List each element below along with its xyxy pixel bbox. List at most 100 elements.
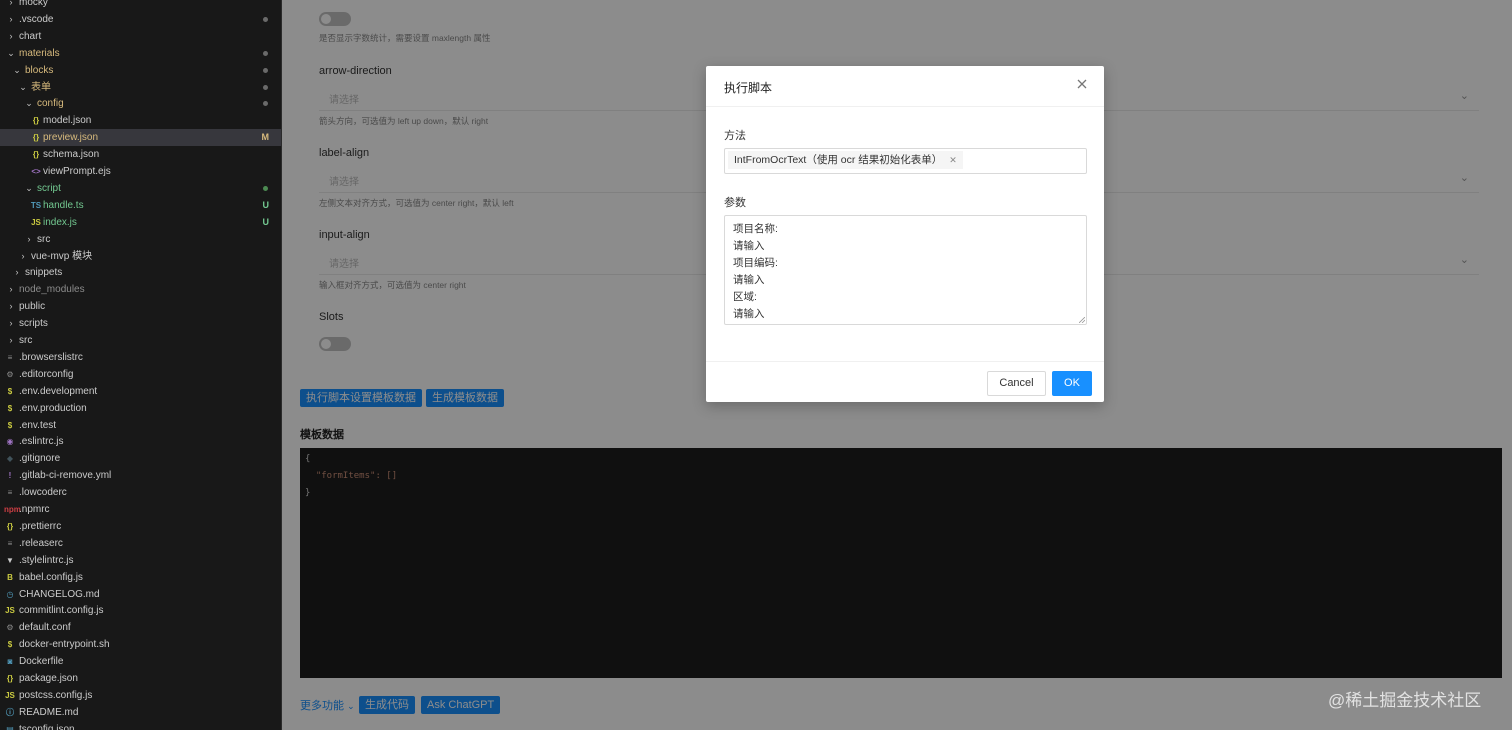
explorer-item-node-modules[interactable]: › node_modules <box>0 281 281 298</box>
explorer-item-label: preview.json <box>43 132 99 144</box>
babel-file-icon: B <box>7 572 13 582</box>
js-file-icon: JS <box>5 690 15 700</box>
explorer-item-snippets[interactable]: › snippets <box>0 264 281 281</box>
explorer-item-preview-json[interactable]: {} preview.json M <box>0 129 281 147</box>
chevron-right-icon: › <box>27 233 31 244</box>
explorer-item-label: .vscode <box>19 13 54 25</box>
explorer-item-label: config <box>37 98 64 110</box>
explorer-item-label: babel.config.js <box>19 571 83 583</box>
explorer-item-public[interactable]: › public <box>0 298 281 315</box>
explorer-item-表单[interactable]: ⌄ 表单 <box>0 79 281 96</box>
explorer-item-script[interactable]: ⌄ script <box>0 180 281 197</box>
method-tag-text: IntFromOcrText（使用 ocr 结果初始化表单） <box>734 154 943 166</box>
explorer-item-gitignore[interactable]: ◆ .gitignore <box>0 450 281 467</box>
watermark: @稀土掘金技术社区 <box>1328 691 1482 710</box>
explorer-item-editorconfig[interactable]: ⚙ .editorconfig <box>0 366 281 383</box>
explorer-item-browserslistrc[interactable]: ≡ .browserslistrc <box>0 349 281 366</box>
explorer-item-releaserc[interactable]: ≡ .releaserc <box>0 535 281 552</box>
explorer-item-label: blocks <box>25 64 54 76</box>
explorer-item-label: viewPrompt.ejs <box>43 166 111 177</box>
explorer-item-stylelintrc-js[interactable]: ▼ .stylelintrc.js <box>0 552 281 569</box>
dollar-file-icon: $ <box>7 420 13 430</box>
explorer-item-npmrc[interactable]: npm .npmrc <box>0 501 281 518</box>
explorer-item-src[interactable]: › src <box>0 231 281 248</box>
explorer-item-docker-entrypoint-sh[interactable]: $ docker-entrypoint.sh <box>0 636 281 653</box>
explorer-item-viewprompt-ejs[interactable]: <> viewPrompt.ejs <box>0 163 281 180</box>
explorer-item-label: .gitlab-ci-remove.yml <box>19 470 112 482</box>
explorer-item-handle-ts[interactable]: TS handle.ts U <box>0 197 281 214</box>
stylelint-file-icon: ▼ <box>6 555 14 565</box>
explorer-item-src[interactable]: › src <box>0 332 281 349</box>
git-status-badge: M <box>261 132 270 143</box>
explorer-item-label: .prettierrc <box>19 520 62 532</box>
explorer-item-postcss-config-js[interactable]: JS postcss.config.js <box>0 687 281 704</box>
ok-button[interactable]: OK <box>1052 371 1092 396</box>
close-button[interactable] <box>1074 76 1090 92</box>
explorer-item-label: default.conf <box>19 622 71 634</box>
explorer-item-model-json[interactable]: {} model.json <box>0 112 281 129</box>
explorer-item-gitlab-ci-remove-yml[interactable]: ! .gitlab-ci-remove.yml <box>0 467 281 484</box>
git-file-icon: ◆ <box>6 454 14 464</box>
explorer-item-env-production[interactable]: $ .env.production <box>0 400 281 417</box>
explorer-item-commitlint-config-js[interactable]: JS commitlint.config.js <box>0 602 281 619</box>
explorer-item-label: mocky <box>19 0 48 8</box>
modal-title: 执行脚本 <box>724 81 773 95</box>
explorer-item-label: model.json <box>43 115 92 127</box>
git-status-dot <box>263 16 268 22</box>
run-script-modal: 执行脚本 方法 IntFromOcrText（使用 ocr 结果初始化表单） ✕ … <box>706 66 1104 402</box>
explorer-item-label: .editorconfig <box>19 368 74 380</box>
explorer-item-label: package.json <box>19 673 78 684</box>
explorer-item-label: scripts <box>19 318 48 330</box>
explorer-item-label: .env.production <box>19 402 87 414</box>
params-line: 区域: <box>733 291 757 303</box>
explorer-item-readme-md[interactable]: ⓘ README.md <box>0 704 281 721</box>
lines-file-icon: ≡ <box>7 488 13 498</box>
params-label: 参数 <box>724 197 746 209</box>
explorer-item-tsconfig-json[interactable]: ▤ tsconfig.json <box>0 721 281 730</box>
remove-tag-icon[interactable]: ✕ <box>949 151 957 169</box>
ts-file-icon: TS <box>30 200 42 210</box>
chevron-down-icon: ⌄ <box>25 182 33 193</box>
explorer-item-label: index.js <box>43 216 77 228</box>
explorer-item-lowcoderc[interactable]: ≡ .lowcoderc <box>0 484 281 501</box>
explorer-item-label: handle.ts <box>43 199 84 211</box>
explorer-item-env-test[interactable]: $ .env.test <box>0 417 281 434</box>
cancel-button[interactable]: Cancel <box>987 371 1046 396</box>
chevron-right-icon: › <box>9 284 13 295</box>
explorer-item-mocky[interactable]: › mocky <box>0 0 281 11</box>
explorer-item-label: .eslintrc.js <box>19 436 64 448</box>
explorer-item-index-js[interactable]: JS index.js U <box>0 214 281 231</box>
json-file-icon: {} <box>32 150 40 160</box>
explorer-item-label: public <box>19 301 46 313</box>
explorer-item-default-conf[interactable]: ⚙ default.conf <box>0 619 281 636</box>
explorer-item-vscode[interactable]: › .vscode <box>0 11 281 28</box>
explorer-item-schema-json[interactable]: {} schema.json <box>0 146 281 163</box>
explorer-item-label: node_modules <box>19 284 85 296</box>
chevron-down-icon: ⌄ <box>19 81 27 92</box>
method-tag: IntFromOcrText（使用 ocr 结果初始化表单） ✕ <box>728 151 963 169</box>
method-select[interactable]: IntFromOcrText（使用 ocr 结果初始化表单） ✕ <box>724 148 1087 174</box>
lines-file-icon: ≡ <box>7 352 13 362</box>
explorer-item-materials[interactable]: ⌄ materials <box>0 45 281 62</box>
explorer-item-changelog-md[interactable]: ◷ CHANGELOG.md <box>0 586 281 603</box>
close-icon <box>1077 79 1087 89</box>
explorer-item-dockerfile[interactable]: ◙ Dockerfile <box>0 653 281 670</box>
ejs-file-icon: <> <box>31 167 41 176</box>
explorer-item-package-json[interactable]: {} package.json <box>0 670 281 687</box>
chevron-down-icon: ⌄ <box>7 47 15 58</box>
params-textarea[interactable]: 项目名称: 请输入 项目编码: 请输入 区域: 请输入 <box>724 215 1087 325</box>
explorer-item-scripts[interactable]: › scripts <box>0 315 281 332</box>
explorer-item-env-development[interactable]: $ .env.development <box>0 383 281 400</box>
explorer-item-babel-config-js[interactable]: Bbabel.config.js <box>0 569 281 586</box>
explorer-item-blocks[interactable]: ⌄ blocks <box>0 62 281 79</box>
resize-handle-icon[interactable] <box>1079 317 1085 323</box>
git-status-dot <box>263 84 268 90</box>
explorer-item-config[interactable]: ⌄ config <box>0 95 281 112</box>
explorer-item-label: README.md <box>19 706 79 718</box>
explorer-item-prettierrc[interactable]: {} .prettierrc <box>0 518 281 535</box>
explorer-item-vue-mvp-模块[interactable]: › vue-mvp 模块 <box>0 248 281 265</box>
chevron-right-icon: › <box>9 0 13 7</box>
modal-header: 执行脚本 <box>706 66 1104 107</box>
explorer-item-eslintrc-js[interactable]: ◉ .eslintrc.js <box>0 433 281 450</box>
explorer-item-chart[interactable]: › chart <box>0 28 281 45</box>
